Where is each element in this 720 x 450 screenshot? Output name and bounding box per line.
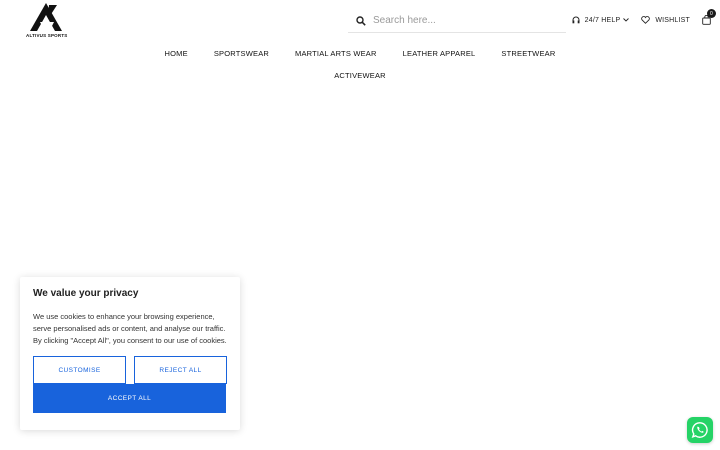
nav-item-home[interactable]: HOME — [152, 49, 201, 58]
whatsapp-icon — [691, 422, 708, 438]
help-label: 24/7 HELP — [584, 16, 621, 24]
brand-logo[interactable]: ALTIVUS SPORTS — [26, 2, 68, 40]
search-input[interactable] — [373, 14, 553, 26]
nav-item-sportswear[interactable]: SPORTSWEAR — [201, 49, 282, 58]
reject-all-button[interactable]: REJECT ALL — [134, 356, 227, 384]
cart-button[interactable]: 0 — [702, 9, 716, 25]
header-actions: 24/7 HELP WISHLIST 0 — [572, 9, 720, 30]
nav-item-leather-apparel[interactable]: LEATHER APPAREL — [390, 49, 489, 58]
cookie-consent-banner: We value your privacy We use cookies to … — [20, 277, 240, 430]
search-bar — [348, 8, 566, 33]
logo-mark-icon — [30, 3, 62, 31]
help-menu[interactable]: 24/7 HELP — [572, 16, 630, 24]
nav-row-secondary: ACTIVEWEAR — [0, 64, 720, 86]
nav-item-martial-arts-wear[interactable]: MARTIAL ARTS WEAR — [282, 49, 390, 58]
cookie-title: We value your privacy — [33, 288, 139, 299]
heart-icon — [641, 16, 651, 24]
wishlist-link[interactable]: WISHLIST — [641, 16, 690, 24]
accept-all-button[interactable]: ACCEPT ALL — [33, 384, 226, 413]
nav-item-activewear[interactable]: ACTIVEWEAR — [321, 71, 399, 80]
cart-count-badge: 0 — [707, 9, 716, 18]
whatsapp-chat-button[interactable] — [687, 417, 713, 443]
main-navigation: HOME SPORTSWEAR MARTIAL ARTS WEAR LEATHE… — [0, 42, 720, 86]
chevron-down-icon — [623, 18, 630, 22]
cookie-description: We use cookies to enhance your browsing … — [33, 312, 227, 345]
wishlist-label: WISHLIST — [655, 16, 690, 24]
headset-icon — [572, 16, 580, 24]
cookie-secondary-actions: CUSTOMISE REJECT ALL — [33, 356, 227, 384]
nav-item-streetwear[interactable]: STREETWEAR — [488, 49, 568, 58]
customise-button[interactable]: CUSTOMISE — [33, 356, 126, 384]
nav-row-primary: HOME SPORTSWEAR MARTIAL ARTS WEAR LEATHE… — [0, 42, 720, 64]
logo-text: ALTIVUS SPORTS — [26, 33, 68, 38]
search-icon[interactable] — [351, 16, 371, 26]
